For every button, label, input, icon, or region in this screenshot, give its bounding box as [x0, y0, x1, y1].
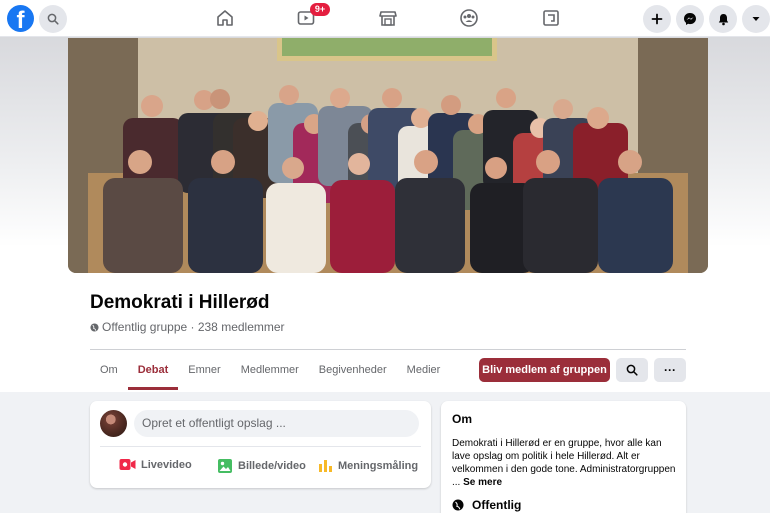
plus-icon: [651, 13, 663, 25]
search-icon: [626, 364, 638, 376]
group-photo-illustration: [68, 38, 708, 273]
group-meta-text: Offentlig gruppe · 238 medlemmer: [102, 320, 285, 334]
post-composer: Opret et offentligt opslag ... Livevideo…: [90, 401, 431, 488]
globe-icon: [90, 322, 99, 332]
group-search-button[interactable]: [616, 358, 648, 382]
gaming-icon: [543, 10, 559, 26]
group-tabs: Om Debat Emner Medlemmer Begivenheder Me…: [90, 356, 450, 390]
home-icon: [217, 10, 233, 26]
facebook-logo[interactable]: f: [7, 5, 34, 32]
live-video-button[interactable]: Livevideo: [119, 458, 192, 471]
tab-medlemmer[interactable]: Medlemmer: [231, 356, 309, 390]
notifications-button[interactable]: [709, 5, 737, 33]
photo-video-button[interactable]: Billede/video: [217, 458, 306, 474]
live-video-icon: [119, 459, 136, 470]
chevron-down-icon: [752, 17, 760, 21]
photo-video-label: Billede/video: [238, 460, 306, 472]
tab-medier[interactable]: Medier: [397, 356, 451, 390]
search-icon: [47, 13, 59, 25]
more-options-label: ···: [664, 363, 676, 377]
tab-begivenheder[interactable]: Begivenheder: [309, 356, 397, 390]
create-post-input[interactable]: Opret et offentligt opslag ...: [134, 410, 419, 437]
more-options-button[interactable]: ···: [654, 358, 686, 382]
about-title: Om: [452, 412, 473, 426]
nav-home[interactable]: [214, 7, 236, 29]
tab-emner[interactable]: Emner: [178, 356, 230, 390]
search-button[interactable]: [39, 5, 67, 33]
group-name: Demokrati i Hillerød: [90, 292, 270, 313]
nav-gaming[interactable]: [540, 7, 562, 29]
poll-button[interactable]: Meningsmåling: [318, 458, 418, 473]
marketplace-icon: [379, 11, 397, 26]
cover-photo[interactable]: [68, 38, 708, 273]
header-divider: [90, 349, 686, 350]
avatar[interactable]: [100, 410, 127, 437]
top-navigation-bar: f 9+: [0, 0, 770, 37]
poll-label: Meningsmåling: [338, 459, 419, 472]
see-more-link[interactable]: Se mere: [463, 477, 502, 488]
about-description: Demokrati i Hillerød er en gruppe, hvor …: [452, 437, 677, 489]
tab-om[interactable]: Om: [90, 356, 128, 390]
nav-groups[interactable]: [458, 7, 480, 29]
create-button[interactable]: [643, 5, 671, 33]
nav-marketplace[interactable]: [377, 7, 399, 29]
tab-debat[interactable]: Debat: [127, 356, 179, 390]
poll-icon: [319, 460, 332, 472]
composer-divider: [100, 446, 421, 447]
group-privacy-info: Offentlig gruppe · 238 medlemmer: [90, 320, 285, 334]
account-menu-button[interactable]: [742, 5, 770, 33]
messenger-button[interactable]: [676, 5, 704, 33]
about-card: Om Demokrati i Hillerød er en gruppe, hv…: [441, 401, 686, 513]
groups-icon: [460, 9, 478, 27]
about-visibility: Offentlig: [452, 498, 521, 512]
bell-icon: [718, 13, 728, 25]
photo-icon: [218, 459, 232, 473]
globe-icon: [452, 499, 464, 511]
messenger-icon: [684, 13, 696, 25]
live-video-label: Livevideo: [141, 458, 192, 471]
about-visibility-label: Offentlig: [472, 498, 522, 512]
facebook-logo-letter: f: [16, 7, 25, 32]
watch-notification-badge: 9+: [310, 3, 330, 16]
join-group-button[interactable]: Bliv medlem af gruppen: [479, 358, 610, 382]
